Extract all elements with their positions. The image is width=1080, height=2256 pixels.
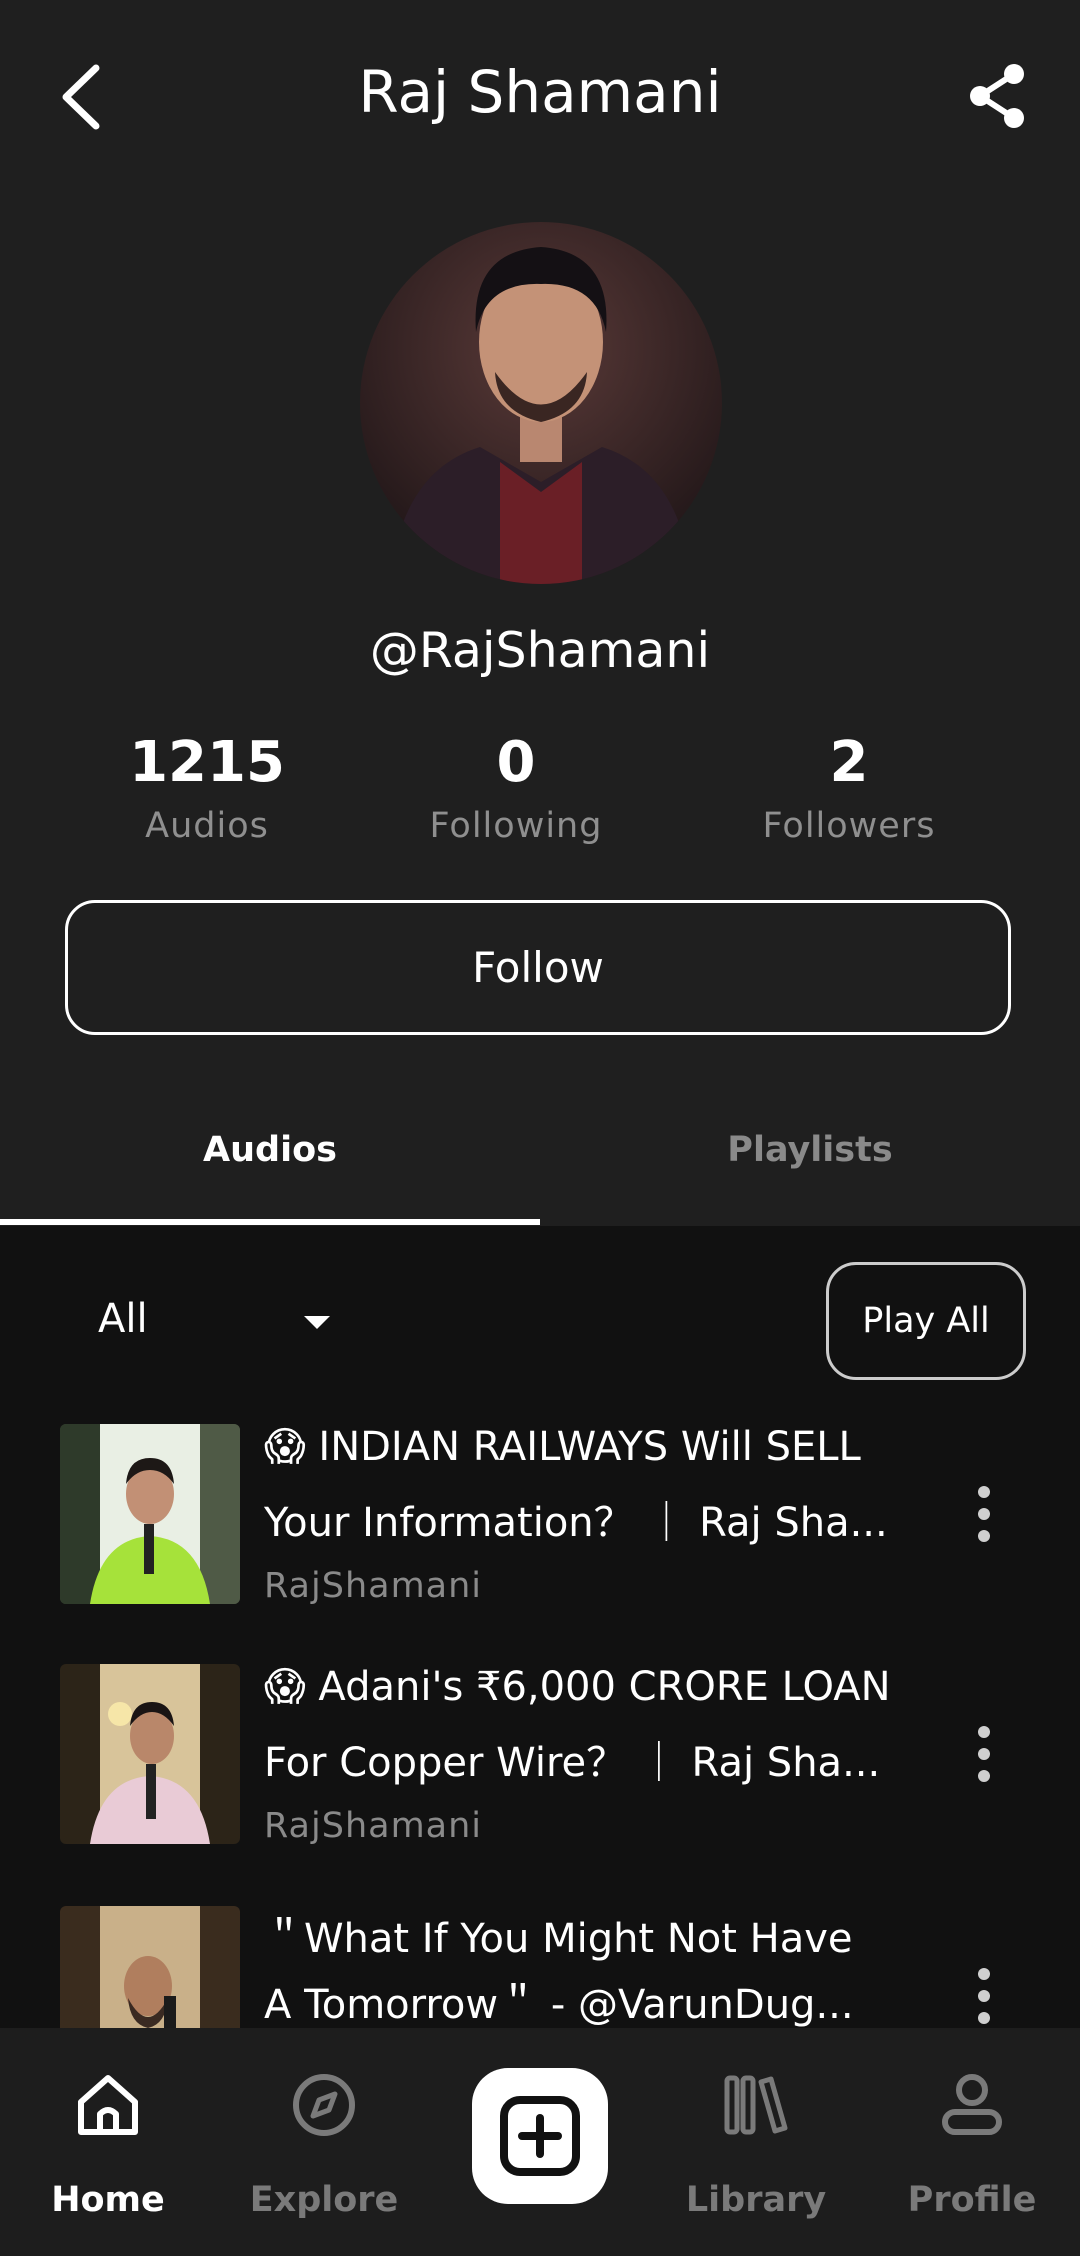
audio-thumbnail [60,1664,240,1844]
nav-profile[interactable]: Profile [864,2028,1080,2256]
share-icon[interactable] [966,62,1028,130]
audio-title-line1: ＂What If You Might Not Have [264,1916,853,1962]
stat-label: Following [429,806,603,846]
profile-handle: @RajShamani [369,622,711,679]
stat-followers[interactable]: 2 Followers [699,728,999,846]
compass-icon [293,2074,355,2136]
caret-down-icon[interactable] [304,1316,330,1329]
nav-explore[interactable]: Explore [216,2028,432,2256]
library-icon [724,2075,788,2135]
follow-button[interactable]: Follow [65,900,1011,1035]
active-tab-indicator [0,1219,540,1225]
more-options-icon[interactable] [974,1486,994,1542]
audio-title-line2: Your Information？ ｜ Raj Sha... [264,1500,888,1546]
bottom-navigation: Home Explore Library Profile [0,2028,1080,2256]
play-all-button[interactable]: Play All [826,1262,1026,1380]
stat-label: Audios [145,806,269,846]
tab-playlists[interactable]: Playlists [540,1130,1080,1170]
nav-label: Home [51,2180,165,2220]
stat-audios[interactable]: 1215 Audios [57,728,357,846]
user-icon [942,2074,1002,2135]
stat-value: 1215 [129,730,285,795]
nav-label: Explore [249,2180,399,2220]
more-options-icon[interactable] [974,1968,994,2024]
nav-label: Library [685,2180,827,2220]
filter-dropdown[interactable]: All [98,1296,148,1342]
audio-channel: RajShamani [264,1566,483,1606]
audio-title-line2: For Copper Wire？ ｜ Raj Sha... [264,1740,881,1786]
list-item[interactable]: 😱 INDIAN RAILWAYS Will SELL Your Informa… [0,1424,1080,1606]
audio-channel: RajShamani [264,1806,483,1846]
audio-title-line1: 😱 INDIAN RAILWAYS Will SELL [264,1424,861,1470]
nav-library[interactable]: Library [648,2028,864,2256]
create-button[interactable] [472,2068,608,2204]
stat-following[interactable]: 0 Following [366,728,666,846]
more-options-icon[interactable] [974,1726,994,1782]
audio-thumbnail [60,1424,240,1604]
plus-square-icon [500,2096,580,2176]
avatar [360,222,722,584]
audio-title-line1: 😱 Adani's ₹6,000 CRORE LOAN [264,1664,891,1710]
tab-audios[interactable]: Audios [0,1130,540,1170]
audio-title-line2: A Tomorrow＂ - @VarunDug... [264,1982,854,2028]
profile-header-area [0,0,1080,1226]
home-icon [78,2075,138,2135]
stat-value: 0 [496,730,536,795]
stat-label: Followers [762,806,936,846]
list-item[interactable]: 😱 Adani's ₹6,000 CRORE LOAN For Copper W… [0,1664,1080,1846]
page-title: Raj Shamani [358,58,722,126]
nav-home[interactable]: Home [0,2028,216,2256]
nav-label: Profile [907,2180,1037,2220]
stat-value: 2 [829,730,869,795]
